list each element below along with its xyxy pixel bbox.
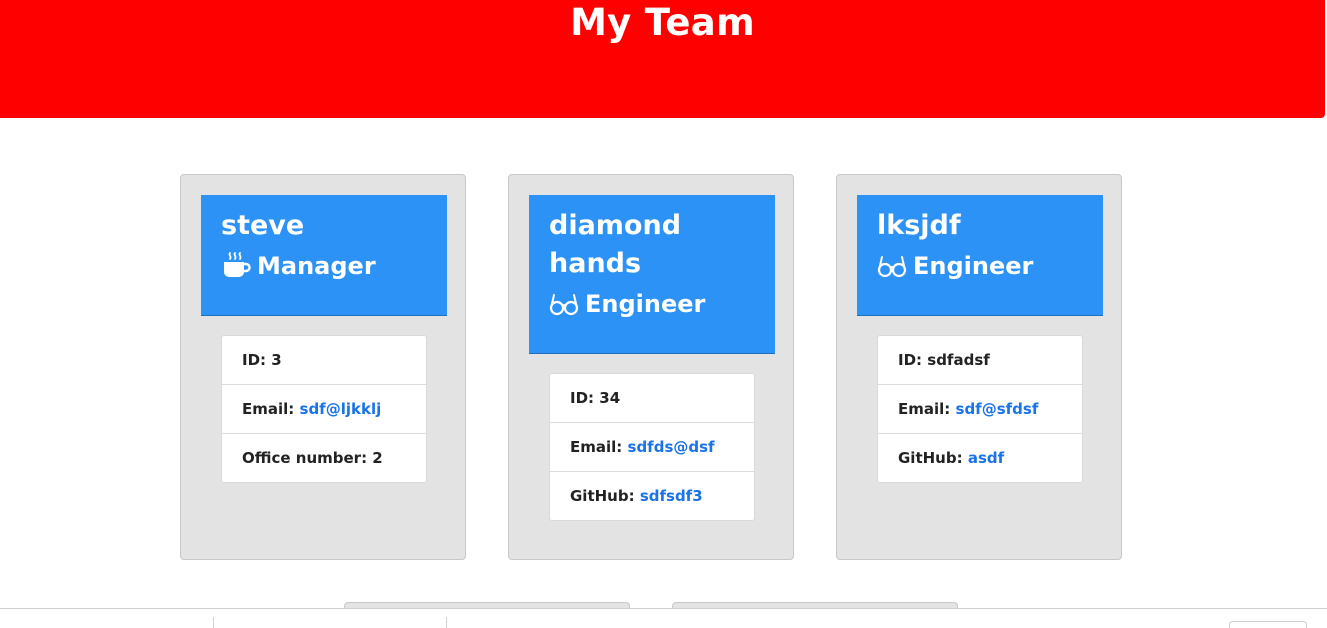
office-number-value: 2 bbox=[372, 449, 383, 467]
id-value: 34 bbox=[599, 389, 621, 407]
github-label: GitHub: bbox=[570, 487, 635, 505]
email-link[interactable]: sdf@sfdsf bbox=[956, 400, 1039, 418]
github-row: GitHub: asdf bbox=[878, 433, 1082, 482]
employee-role: Engineer bbox=[877, 249, 1083, 283]
role-label: Engineer bbox=[585, 290, 706, 318]
employee-role: Manager bbox=[221, 249, 427, 283]
id-value: sdfadsf bbox=[927, 351, 990, 369]
email-link[interactable]: sdfds@dsf bbox=[628, 438, 715, 456]
id-value: 3 bbox=[271, 351, 282, 369]
email-label: Email: bbox=[898, 400, 951, 418]
email-label: Email: bbox=[242, 400, 295, 418]
github-link[interactable]: sdfsdf3 bbox=[640, 487, 703, 505]
mug-icon bbox=[221, 251, 251, 281]
role-label: Manager bbox=[257, 252, 376, 280]
header-banner: My Team bbox=[0, 0, 1325, 118]
email-link[interactable]: sdf@ljkklj bbox=[300, 400, 382, 418]
employee-card: lksjdf Engineer ID: sdfadsf Email: sdf@s… bbox=[836, 174, 1122, 560]
glasses-icon bbox=[877, 251, 907, 281]
card-header: diamond hands Engineer bbox=[529, 195, 775, 354]
id-label: ID: bbox=[570, 389, 595, 407]
page-title: My Team bbox=[570, 1, 755, 44]
employee-name: steve bbox=[221, 210, 305, 241]
team-page: My Team steve Manager ID: 3 Email: sdf@l… bbox=[0, 0, 1327, 628]
employee-info-list: ID: sdfadsf Email: sdf@sfdsf GitHub: asd… bbox=[877, 335, 1083, 483]
id-label: ID: bbox=[898, 351, 923, 369]
employee-role: Engineer bbox=[549, 287, 755, 321]
card-header: steve Manager bbox=[201, 195, 447, 316]
employee-info-list: ID: 34 Email: sdfds@dsf GitHub: sdfsdf3 bbox=[549, 373, 755, 521]
email-row: Email: sdf@ljkklj bbox=[222, 384, 426, 433]
id-row: ID: sdfadsf bbox=[878, 336, 1082, 384]
employee-card: steve Manager ID: 3 Email: sdf@ljkklj Of… bbox=[180, 174, 466, 560]
office-number-label: Office number: bbox=[242, 449, 368, 467]
github-label: GitHub: bbox=[898, 449, 963, 467]
role-label: Engineer bbox=[913, 252, 1034, 280]
employee-name: lksjdf bbox=[877, 210, 961, 241]
office-number-row: Office number: 2 bbox=[222, 433, 426, 482]
id-row: ID: 34 bbox=[550, 374, 754, 422]
github-row: GitHub: sdfsdf3 bbox=[550, 471, 754, 520]
bar-button[interactable] bbox=[1229, 621, 1307, 628]
employee-info-list: ID: 3 Email: sdf@ljkklj Office number: 2 bbox=[221, 335, 427, 483]
id-label: ID: bbox=[242, 351, 267, 369]
bottom-status-bar bbox=[0, 608, 1327, 628]
glasses-icon bbox=[549, 289, 579, 319]
card-header: lksjdf Engineer bbox=[857, 195, 1103, 316]
employee-card: diamond hands Engineer ID: 34 Email: sdf… bbox=[508, 174, 794, 560]
bar-divider bbox=[446, 617, 447, 628]
employee-name: diamond hands bbox=[549, 210, 682, 279]
email-row: Email: sdfds@dsf bbox=[550, 422, 754, 471]
email-label: Email: bbox=[570, 438, 623, 456]
github-link[interactable]: asdf bbox=[968, 449, 1004, 467]
email-row: Email: sdf@sfdsf bbox=[878, 384, 1082, 433]
bar-divider bbox=[213, 617, 214, 628]
id-row: ID: 3 bbox=[222, 336, 426, 384]
